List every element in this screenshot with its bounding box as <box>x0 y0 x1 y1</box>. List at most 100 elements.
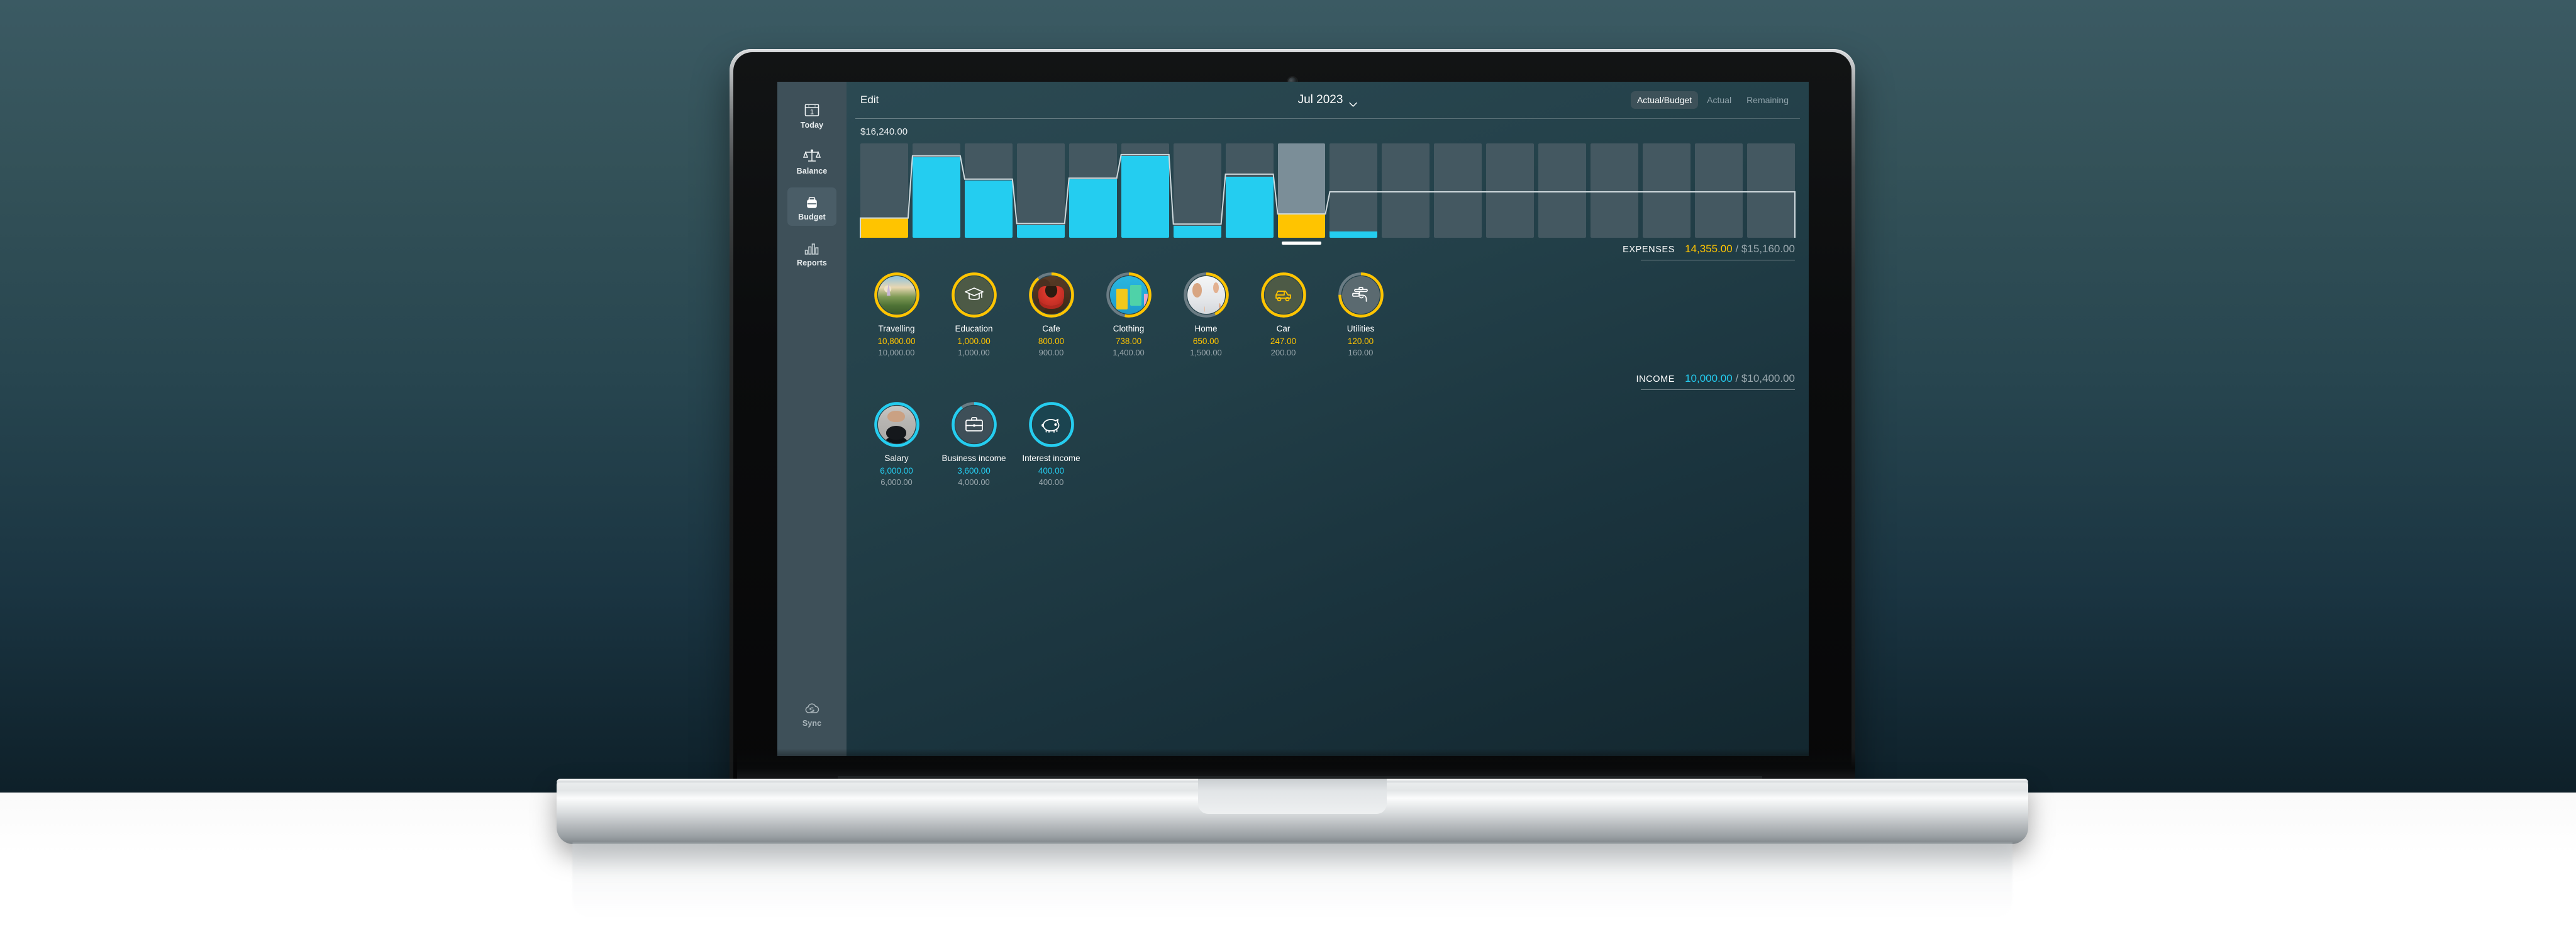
chart-bar-income-fill <box>1330 231 1378 238</box>
expenses-label: EXPENSES <box>1623 245 1675 255</box>
category-name: Interest income <box>1022 454 1080 463</box>
chart-bar[interactable] <box>1016 143 1065 238</box>
sidebar: 1 Today Balance Budget Reports Sync <box>777 82 847 756</box>
chart-bar[interactable] <box>1277 143 1326 245</box>
chart-bar[interactable] <box>1538 143 1587 238</box>
sidebar-item-reports[interactable]: Reports <box>787 233 836 272</box>
sidebar-item-label: Budget <box>798 213 826 221</box>
chart-bar[interactable] <box>1382 143 1430 238</box>
chart-bar-track <box>1538 143 1587 238</box>
sidebar-item-label: Balance <box>796 167 828 175</box>
sidebar-item-budget[interactable]: Budget <box>787 187 836 226</box>
chart-bar-track <box>1434 143 1482 238</box>
chart-bar-track <box>1330 143 1378 238</box>
svg-text:1: 1 <box>810 109 814 116</box>
chart-bar[interactable] <box>1695 143 1743 238</box>
sidebar-item-label: Sync <box>802 719 822 728</box>
category-actual: 650.00 <box>1192 337 1219 346</box>
expenses-separator: / <box>1735 243 1739 255</box>
category-item[interactable]: Clothing 738.00 1,400.00 <box>1090 272 1167 357</box>
chart-bar-track <box>1382 143 1430 238</box>
chart-bar[interactable] <box>1434 143 1482 238</box>
category-name: Salary <box>884 454 909 463</box>
chart-bar[interactable] <box>1225 143 1274 238</box>
sidebar-item-sync[interactable]: Sync <box>787 694 836 732</box>
laptop-lid: 1 Today Balance Budget Reports Sync Edit… <box>730 49 1855 793</box>
shopping-bags-photo <box>1109 276 1148 314</box>
category-name: Business income <box>941 454 1006 463</box>
chart-bar[interactable] <box>1173 143 1221 238</box>
sidebar-item-today[interactable]: 1 Today <box>787 96 836 134</box>
chart-bar[interactable] <box>1121 143 1169 238</box>
chart-bar[interactable] <box>1486 143 1535 238</box>
category-budget: 1,400.00 <box>1113 348 1145 357</box>
category-progress-ring <box>1106 272 1152 318</box>
family-photo <box>1187 276 1225 314</box>
chart-selected-indicator <box>1281 242 1322 245</box>
category-progress-ring <box>1260 272 1307 318</box>
expenses-values: 14,355.00 / $15,160.00 <box>1685 243 1795 255</box>
month-selector[interactable]: Jul 2023 <box>1298 93 1358 107</box>
graduation-cap-icon <box>955 276 993 314</box>
chart-bar-track <box>1746 143 1795 238</box>
category-item[interactable]: Education 1,000.00 1,000.00 <box>935 272 1013 357</box>
category-budget: 10,000.00 <box>878 348 915 357</box>
income-values: 10,000.00 / $10,400.00 <box>1685 372 1795 385</box>
category-item[interactable]: Car 247.00 200.00 <box>1245 272 1322 357</box>
income-separator: / <box>1735 372 1739 384</box>
chart-bar[interactable] <box>1746 143 1795 238</box>
segment-actual-budget[interactable]: Actual/Budget <box>1630 91 1699 109</box>
category-progress-ring <box>1338 272 1384 318</box>
category-budget: 400.00 <box>1038 477 1064 487</box>
base-notch <box>1198 779 1387 814</box>
chart-bars[interactable] <box>860 143 1795 245</box>
chart-max-label: $16,240.00 <box>860 126 908 137</box>
category-item[interactable]: Cafe 800.00 900.00 <box>1013 272 1090 357</box>
chart-bar-income-fill <box>964 181 1013 238</box>
wallet-icon <box>803 193 821 211</box>
category-actual: 247.00 <box>1270 337 1297 346</box>
chart-bar-income-fill <box>1121 156 1169 238</box>
chart-bar-income-fill <box>1016 225 1065 238</box>
category-name: Cafe <box>1042 324 1060 333</box>
sidebar-item-balance[interactable]: Balance <box>787 142 836 180</box>
chevron-down-icon <box>1348 97 1357 107</box>
expenses-actual: 14,355.00 <box>1685 243 1733 255</box>
category-item[interactable]: Business income 3,600.00 4,000.00 <box>935 401 1013 487</box>
chart-bar-track <box>1016 143 1065 238</box>
chart-bar[interactable] <box>860 143 908 238</box>
category-item[interactable]: Travelling 10,800.00 10,000.00 <box>858 272 935 357</box>
category-budget: 160.00 <box>1348 348 1374 357</box>
category-item[interactable]: Home 650.00 1,500.00 <box>1167 272 1245 357</box>
chart-bar-track <box>1591 143 1639 238</box>
chart-bar[interactable] <box>1591 143 1639 238</box>
category-actual: 400.00 <box>1038 466 1065 476</box>
category-progress-ring <box>874 401 920 448</box>
chart-bar[interactable] <box>1330 143 1378 238</box>
month-label: Jul 2023 <box>1297 93 1343 106</box>
category-item[interactable]: Interest income 400.00 400.00 <box>1013 401 1090 487</box>
chart-bar[interactable] <box>912 143 960 238</box>
category-progress-ring <box>1183 272 1230 318</box>
bar-chart-icon <box>803 239 821 257</box>
income-actual: 10,000.00 <box>1685 372 1733 384</box>
category-actual: 120.00 <box>1347 337 1374 346</box>
income-underline <box>1641 389 1795 390</box>
edit-button[interactable]: Edit <box>860 94 879 106</box>
segment-remaining[interactable]: Remaining <box>1740 91 1795 109</box>
category-name: Clothing <box>1113 324 1145 333</box>
category-progress-ring <box>1028 272 1075 318</box>
category-item[interactable]: Salary 6,000.00 6,000.00 <box>858 401 935 487</box>
view-mode-segmented-control: Actual/Budget Actual Remaining <box>1630 91 1795 109</box>
category-actual: 800.00 <box>1038 337 1065 346</box>
chart-bar-income-fill <box>1173 226 1221 238</box>
category-item[interactable]: Utilities 120.00 160.00 <box>1322 272 1399 357</box>
segment-actual[interactable]: Actual <box>1701 91 1738 109</box>
chart-bar[interactable] <box>1069 143 1117 238</box>
chart-bar[interactable] <box>1643 143 1690 238</box>
category-name: Car <box>1276 324 1291 333</box>
chart-bar-expense-fill <box>1277 214 1326 238</box>
chart-bar[interactable] <box>964 143 1013 238</box>
car-icon <box>1264 276 1302 314</box>
category-name: Utilities <box>1346 324 1375 333</box>
